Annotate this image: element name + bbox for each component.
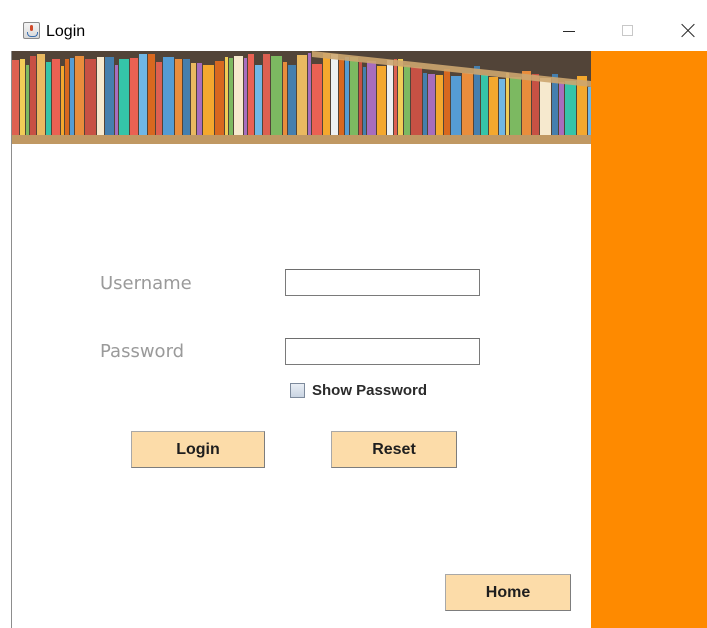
login-window: Login Username Password Show Password Lo… [0, 0, 707, 628]
password-field[interactable] [285, 338, 480, 365]
show-password-label[interactable]: Show Password [312, 382, 427, 399]
java-cup-icon [23, 22, 40, 39]
login-button[interactable]: Login [131, 431, 265, 468]
maximize-icon[interactable] [608, 16, 648, 46]
minimize-icon[interactable] [549, 16, 589, 46]
close-icon[interactable] [667, 16, 707, 46]
home-button[interactable]: Home [445, 574, 571, 611]
password-label: Password [100, 341, 185, 362]
title-bar[interactable]: Login [0, 0, 707, 51]
username-field[interactable] [285, 269, 480, 296]
bookshelf-banner-image [12, 51, 591, 144]
orange-side-panel [591, 51, 707, 628]
window-title: Login [46, 23, 86, 40]
show-password-checkbox[interactable] [290, 383, 305, 398]
username-label: Username [100, 273, 192, 294]
reset-button[interactable]: Reset [331, 431, 457, 468]
bookshelf-illustration [12, 51, 591, 144]
